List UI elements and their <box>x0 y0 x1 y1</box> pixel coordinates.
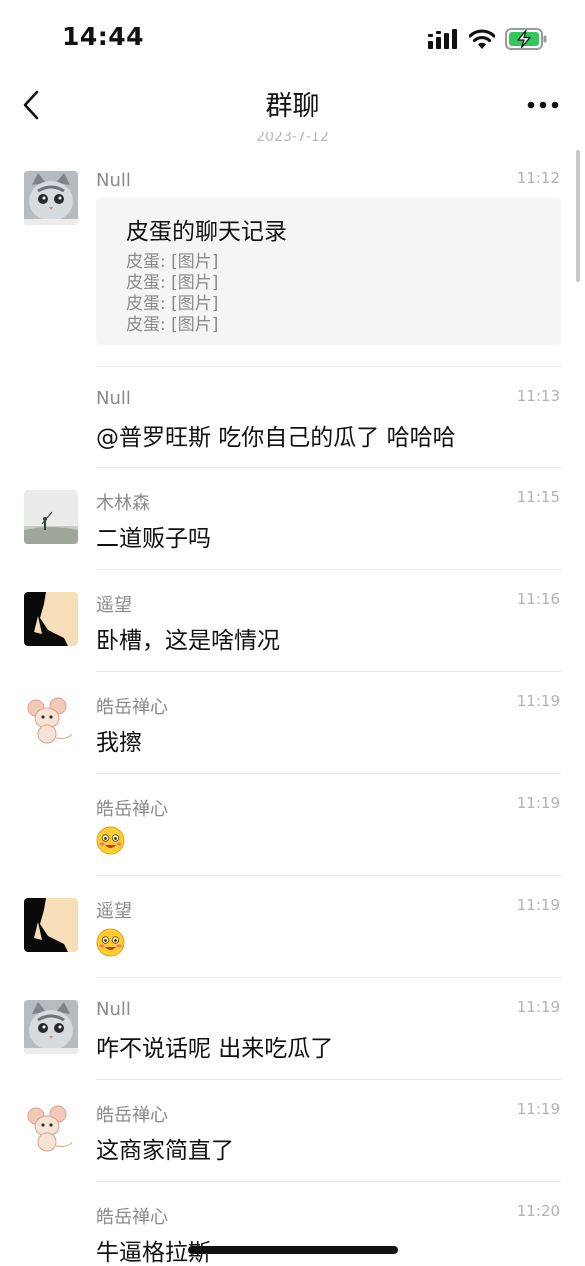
message-text[interactable]: 这商家简直了 <box>96 1131 234 1165</box>
message-time: 11:20 <box>516 1202 560 1220</box>
chat-record-line: 皮蛋: [图片] <box>126 315 219 335</box>
home-indicator[interactable] <box>188 1246 398 1254</box>
divider <box>96 875 561 876</box>
sender-name: 木林森 <box>96 493 150 514</box>
message-time: 11:19 <box>516 794 560 812</box>
signal-bars-icon <box>428 29 457 49</box>
battery-charging-icon <box>505 28 547 50</box>
smiling-face-emoji[interactable] <box>96 928 125 957</box>
divider <box>96 366 561 367</box>
sender-name: Null <box>96 170 131 191</box>
message-text[interactable]: 二道贩子吗 <box>96 519 211 553</box>
date-separator: 2023-7-12 <box>256 132 329 144</box>
divider <box>96 569 561 570</box>
message-time: 11:13 <box>516 387 560 405</box>
message-time: 11:19 <box>516 692 560 710</box>
silhouette-avatar[interactable] <box>24 898 78 952</box>
sender-name: 皓岳禅心 <box>96 799 168 820</box>
smiling-face-emoji[interactable] <box>96 826 125 855</box>
divider <box>96 977 561 978</box>
message-text[interactable]: 卧槽，这是啥情况 <box>96 621 280 655</box>
status-bar: 14:44 <box>0 0 585 74</box>
message-time: 11:15 <box>516 488 560 506</box>
message-time: 11:19 <box>516 1100 560 1118</box>
sender-name: 皓岳禅心 <box>96 1207 168 1228</box>
sender-name: 皓岳禅心 <box>96 697 168 718</box>
landscape-avatar[interactable] <box>24 490 78 544</box>
divider <box>96 671 561 672</box>
nav-bar: 群聊 <box>0 74 585 134</box>
chat-screen: 14:44 群聊 2023-7-12 Null 11:12 皮蛋的聊天记录 皮蛋… <box>0 0 585 1266</box>
divider <box>96 1181 561 1182</box>
divider <box>96 467 561 468</box>
page-title: 群聊 <box>265 91 320 122</box>
message-time: 11:12 <box>516 169 560 187</box>
message-time: 11:19 <box>516 998 560 1016</box>
divider <box>96 1079 561 1080</box>
sender-name: Null <box>96 999 131 1020</box>
cat-avatar[interactable] <box>24 171 78 225</box>
status-time: 14:44 <box>62 22 145 51</box>
wifi-icon <box>469 29 495 49</box>
message-text[interactable]: @普罗旺斯 吃你自己的瓜了 哈哈哈 <box>96 418 456 452</box>
sender-name: 皓岳禅心 <box>96 1105 168 1126</box>
sender-name: 遥望 <box>96 901 132 922</box>
message-text[interactable]: 咋不说话呢 出来吃瓜了 <box>96 1029 333 1063</box>
chat-record-title: 皮蛋的聊天记录 <box>126 219 287 245</box>
message-time: 11:19 <box>516 896 560 914</box>
message-text[interactable]: 我擦 <box>96 723 142 757</box>
more-dots-icon[interactable] <box>526 100 560 110</box>
cat-avatar[interactable] <box>24 1000 78 1054</box>
chat-record-card[interactable]: 皮蛋的聊天记录 皮蛋: [图片] 皮蛋: [图片] 皮蛋: [图片] 皮蛋: [… <box>96 198 561 345</box>
sender-name: Null <box>96 388 131 409</box>
cartoon-mouse-avatar[interactable] <box>24 694 78 748</box>
scrollbar[interactable] <box>576 150 580 282</box>
cartoon-mouse-avatar[interactable] <box>24 1102 78 1156</box>
message-time: 11:16 <box>516 590 560 608</box>
sender-name: 遥望 <box>96 595 132 616</box>
silhouette-avatar[interactable] <box>24 592 78 646</box>
divider <box>96 773 561 774</box>
